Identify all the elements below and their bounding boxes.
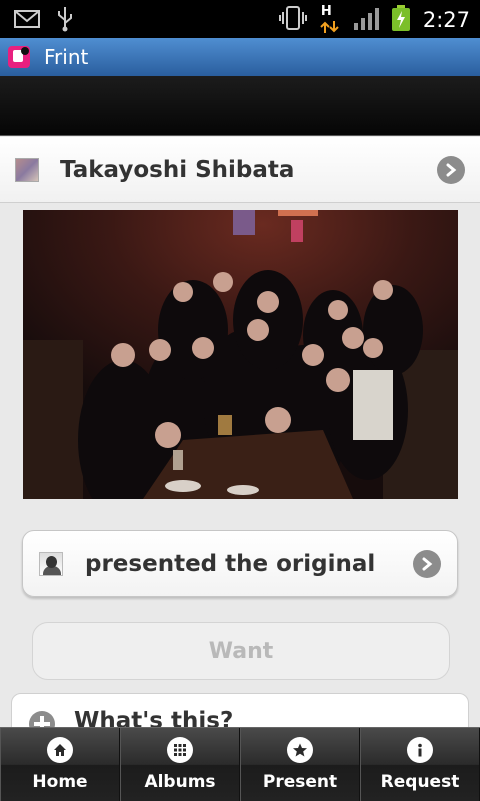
star-icon: [287, 737, 313, 763]
want-button[interactable]: Want: [32, 622, 450, 680]
tab-request[interactable]: Request: [360, 728, 480, 801]
avatar: [15, 157, 39, 182]
presented-original-button[interactable]: presented the original: [22, 530, 458, 597]
whats-this-panel[interactable]: What's this?: [11, 693, 469, 727]
grid-icon: [167, 737, 193, 763]
app-title-bar: Frint: [0, 38, 480, 76]
tab-label: Albums: [144, 772, 216, 792]
tab-present[interactable]: Present: [240, 728, 360, 801]
data-transfer-icon: H: [319, 4, 341, 34]
clock: 2:27: [422, 8, 470, 32]
header-toolbar: [0, 76, 480, 136]
tab-home[interactable]: Home: [0, 728, 120, 801]
tab-label: Request: [380, 772, 460, 792]
profile-row[interactable]: Takayoshi Shibata: [0, 137, 480, 203]
content-area[interactable]: Takayoshi Shibata presented the original…: [0, 137, 480, 727]
status-bar: H 2:27: [0, 0, 480, 38]
plus-icon[interactable]: [29, 711, 55, 727]
network-type-label: H: [320, 4, 332, 19]
home-icon: [47, 737, 73, 763]
battery-icon: [391, 4, 411, 36]
bottom-tab-bar: Home Albums Present Request: [0, 727, 480, 801]
frint-app-icon: [8, 46, 30, 68]
chevron-right-icon[interactable]: [413, 550, 441, 578]
whats-this-label: What's this?: [74, 708, 234, 727]
group-photo[interactable]: [23, 210, 458, 499]
tab-label: Home: [32, 772, 88, 792]
presenter-avatar: [39, 551, 63, 576]
chevron-right-icon[interactable]: [437, 156, 465, 184]
signal-icon: [353, 5, 379, 35]
usb-icon: [56, 6, 74, 36]
gmail-icon: [14, 9, 40, 33]
tab-label: Present: [262, 772, 338, 792]
vibrate-icon: [278, 5, 307, 35]
profile-name: Takayoshi Shibata: [60, 156, 295, 183]
info-icon: [407, 737, 433, 763]
want-label: Want: [208, 638, 274, 664]
presented-label: presented the original: [85, 550, 376, 577]
tab-albums[interactable]: Albums: [120, 728, 240, 801]
app-title: Frint: [44, 45, 89, 69]
